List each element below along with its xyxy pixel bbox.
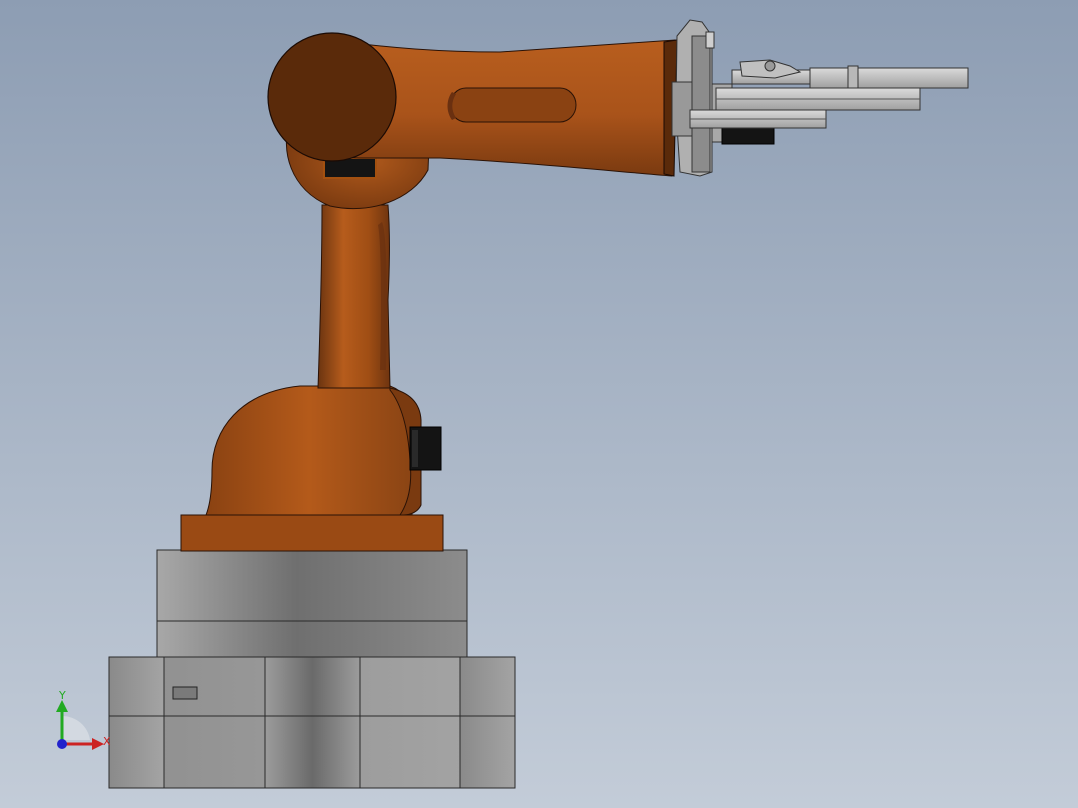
base-center-block — [264, 656, 361, 789]
pedestal[interactable] — [156, 549, 468, 658]
upper-arm-slot — [449, 87, 577, 123]
shoulder-cap — [267, 32, 397, 162]
y-axis-label: Y — [58, 689, 66, 702]
base-slot — [172, 686, 198, 700]
upper-arm[interactable] — [267, 32, 678, 177]
x-axis-label: X — [103, 735, 111, 748]
lower-arm[interactable] — [317, 204, 391, 389]
wrist-flange[interactable] — [671, 19, 715, 177]
lower-base[interactable] — [108, 656, 516, 789]
z-axis-icon — [57, 739, 67, 749]
graphics-viewport[interactable]: Y X — [0, 0, 1078, 808]
gripper-finger-upper — [809, 67, 969, 89]
base-right-block — [459, 656, 516, 789]
base-left-block — [108, 656, 165, 789]
